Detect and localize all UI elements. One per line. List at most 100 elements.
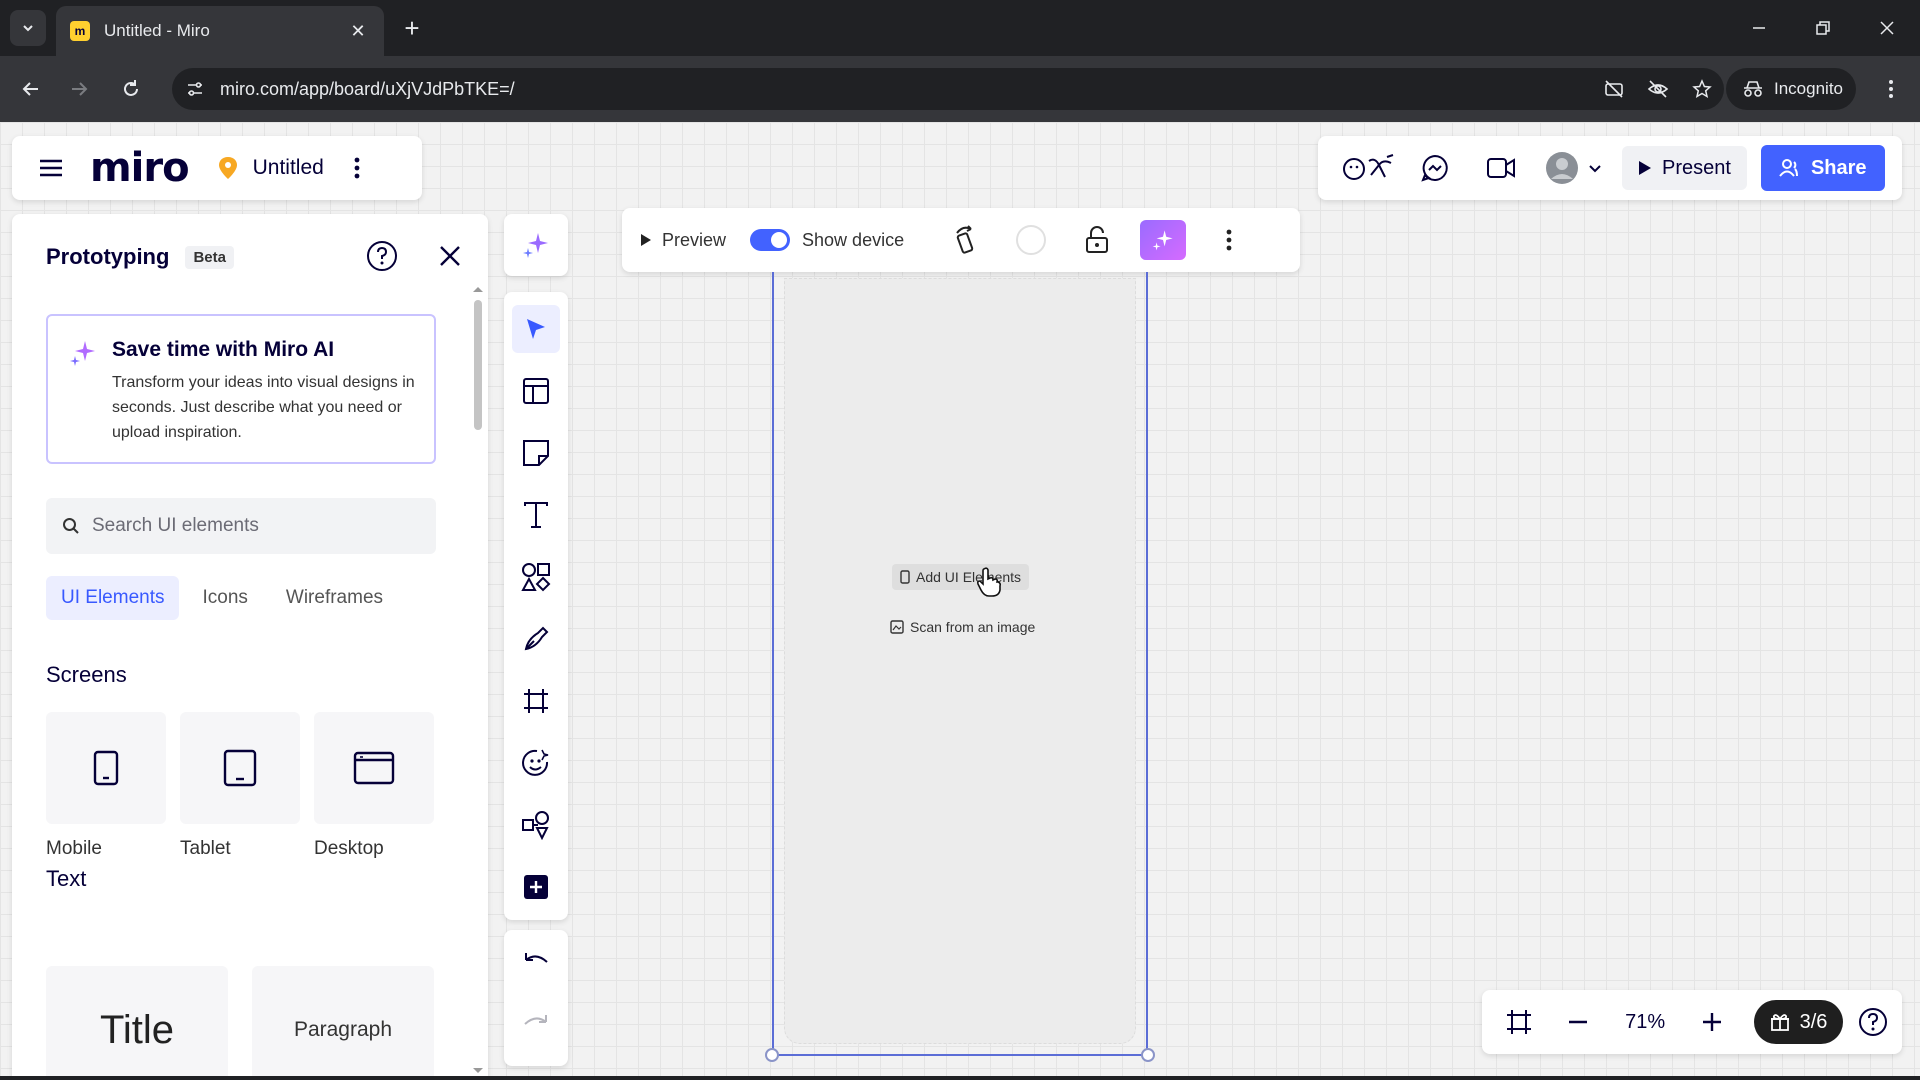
learning-progress-button[interactable]: 3/6 (1753, 1000, 1844, 1044)
video-call-button[interactable] (1468, 146, 1534, 190)
collaborators-button[interactable] (1534, 146, 1614, 190)
frame-color-button[interactable] (998, 215, 1064, 265)
share-button[interactable]: Share (1760, 145, 1885, 191)
triangle-down-icon (473, 1068, 483, 1073)
help-button[interactable] (366, 240, 398, 272)
screen-desktop-label: Desktop (314, 838, 384, 859)
video-camera-icon (1487, 158, 1515, 178)
zoom-level[interactable]: 71% (1607, 1011, 1683, 1034)
browser-tab[interactable]: m Untitled - Miro ✕ (56, 6, 384, 56)
new-tab-button[interactable]: + (398, 14, 426, 42)
miro-logo[interactable]: miro (90, 145, 190, 191)
tab-title: Untitled - Miro (104, 21, 210, 40)
preview-button[interactable]: Preview (640, 230, 726, 251)
unlock-icon (1086, 226, 1109, 253)
tab-wireframes[interactable]: Wireframes (271, 576, 398, 620)
show-device-label: Show device (802, 229, 905, 250)
emoji-tool[interactable] (504, 732, 568, 794)
eye-blocked-icon[interactable] (1636, 74, 1680, 104)
shapes-tool[interactable] (504, 546, 568, 608)
board-title[interactable]: Untitled (253, 156, 324, 180)
rotate-device-button[interactable] (932, 215, 998, 265)
forward-button[interactable] (64, 74, 94, 104)
reload-button[interactable] (116, 74, 146, 104)
tab-search-button[interactable] (10, 10, 46, 46)
incognito-badge[interactable]: Incognito (1726, 68, 1856, 110)
panel-scrollbar[interactable] (474, 300, 482, 430)
undo-button[interactable] (504, 930, 568, 992)
close-panel-button[interactable] (434, 240, 466, 272)
text-paragraph-tile[interactable]: Paragraph (252, 966, 434, 1076)
browser-menu-button[interactable] (1876, 74, 1906, 104)
reload-icon (124, 80, 138, 96)
reactions-icon (1343, 154, 1394, 180)
image-scan-icon (890, 620, 904, 634)
panel-tabs: UI Elements Icons Wireframes (46, 576, 398, 620)
tab-ui-elements[interactable]: UI Elements (46, 576, 180, 620)
share-label: Share (1810, 156, 1867, 179)
ai-generate-button[interactable] (1140, 220, 1187, 260)
text-title-tile[interactable]: Title (46, 966, 228, 1076)
camera-blocked-icon[interactable] (1592, 74, 1636, 104)
close-window-button[interactable] (1862, 12, 1912, 44)
help-button[interactable] (1843, 1000, 1902, 1044)
triangle-up-icon (473, 287, 483, 292)
collaboration-bar: Present Share (1318, 136, 1902, 200)
scroll-down-arrow[interactable] (470, 1066, 486, 1076)
close-tab-icon[interactable]: ✕ (346, 21, 370, 42)
miro-ai-promo[interactable]: Save time with Miro AI Transform your id… (46, 314, 436, 464)
add-ui-elements-button[interactable]: Add UI Elements (892, 564, 1030, 590)
reactions-button[interactable] (1336, 146, 1402, 190)
restore-button[interactable] (1798, 12, 1848, 44)
fit-to-screen-button[interactable] (1490, 1000, 1549, 1044)
board-options-button[interactable] (354, 157, 360, 179)
frame-crop-icon (524, 689, 548, 713)
undo-redo-bar (504, 930, 568, 1066)
zoom-out-button[interactable] (1549, 1000, 1608, 1044)
mobile-frame[interactable] (784, 278, 1136, 1044)
resize-handle-bottom-left[interactable] (765, 1048, 779, 1062)
sparkle-icon (70, 341, 95, 366)
main-menu-button[interactable] (38, 158, 64, 178)
sticky-note-tool[interactable] (504, 422, 568, 484)
screen-tablet-tile[interactable] (180, 712, 300, 824)
url-text: miro.com/app/board/uXjVJdPbTKE=/ (220, 78, 515, 99)
frame-tool[interactable] (504, 670, 568, 732)
scan-from-image-button[interactable]: Scan from an image (882, 614, 1043, 640)
screen-mobile-label: Mobile (46, 838, 102, 859)
resize-handle-bottom-right[interactable] (1141, 1048, 1155, 1062)
frame-more-options-button[interactable] (1196, 215, 1262, 265)
more-apps-button[interactable] (504, 856, 568, 918)
pen-tool[interactable] (504, 608, 568, 670)
ai-tools-button[interactable] (504, 214, 568, 276)
board-canvas[interactable]: miro Untitled Present Share Prototyping … (0, 122, 1920, 1076)
text-tool[interactable] (504, 484, 568, 546)
play-icon (1639, 161, 1651, 175)
text-t-icon (524, 502, 548, 528)
scroll-up-arrow[interactable] (470, 284, 486, 294)
search-ui-elements[interactable] (46, 498, 436, 554)
address-bar[interactable]: miro.com/app/board/uXjVJdPbTKE=/ (172, 68, 1724, 110)
select-tool[interactable] (504, 298, 568, 360)
undo-icon (525, 953, 548, 963)
search-input[interactable] (92, 515, 412, 537)
toolbar (504, 292, 568, 920)
screen-mobile-tile[interactable] (46, 712, 166, 824)
comments-button[interactable] (1402, 146, 1468, 190)
zoom-in-button[interactable] (1683, 1000, 1742, 1044)
redo-button[interactable] (504, 992, 568, 1054)
present-button[interactable]: Present (1622, 146, 1747, 190)
show-device-toggle[interactable] (750, 229, 791, 251)
screen-desktop-tile[interactable] (314, 712, 434, 824)
browser-tab-bar: m Untitled - Miro ✕ + (0, 0, 1920, 56)
bookmark-star-icon[interactable] (1680, 74, 1724, 104)
incognito-label: Incognito (1774, 79, 1843, 98)
minimize-button[interactable] (1734, 12, 1784, 44)
diagramming-tool[interactable] (504, 794, 568, 856)
lock-button[interactable] (1064, 215, 1130, 265)
chat-bubble-icon (1421, 154, 1448, 182)
templates-tool[interactable] (504, 360, 568, 422)
pen-icon (524, 626, 549, 651)
back-button[interactable] (16, 74, 46, 104)
tab-icons[interactable]: Icons (187, 576, 262, 620)
